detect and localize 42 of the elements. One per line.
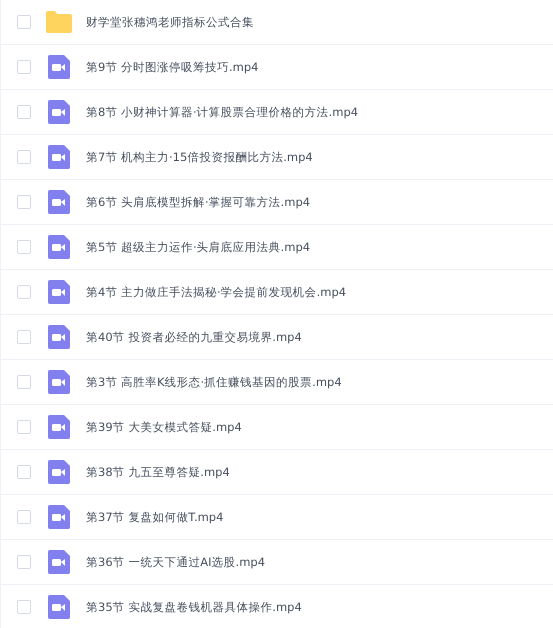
file-name[interactable]: 第38节 九五至尊答疑.mp4 — [86, 464, 230, 480]
video-file-icon — [48, 505, 70, 529]
video-file-icon — [48, 280, 70, 304]
file-name[interactable]: 第7节 机构主力·15倍投资报酬比方法.mp4 — [86, 150, 313, 164]
file-name[interactable]: 第5节 超级主力运作·头肩底应用法典.mp4 — [86, 240, 310, 254]
video-file-icon — [48, 460, 70, 484]
video-file-icon — [48, 55, 70, 79]
file-name[interactable]: 第35节 实战复盘卷钱机器具体操作.mp4 — [86, 600, 302, 614]
file-name[interactable]: 第37节 复盘如何做T.mp4 — [86, 510, 224, 524]
checkbox[interactable] — [17, 465, 31, 479]
checkbox[interactable] — [17, 600, 31, 614]
video-file-icon — [48, 325, 70, 349]
checkbox[interactable] — [17, 150, 31, 164]
file-name[interactable]: 第4节 主力做庄手法揭秘·学会提前发现机会.mp4 — [86, 284, 346, 300]
file-name[interactable]: 第9节 分时图涨停吸筹技巧.mp4 — [86, 60, 258, 74]
checkbox[interactable] — [17, 330, 31, 344]
video-file-icon — [48, 145, 70, 169]
video-file-icon — [48, 100, 70, 124]
file-name[interactable]: 财学堂张穗鸿老师指标公式合集 — [86, 14, 254, 30]
checkbox[interactable] — [17, 510, 31, 524]
video-file-icon — [48, 370, 70, 394]
checkbox[interactable] — [17, 375, 31, 389]
file-name[interactable]: 第40节 投资者必经的九重交易境界.mp4 — [86, 330, 302, 344]
checkbox[interactable] — [17, 105, 31, 119]
video-file-icon — [48, 235, 70, 259]
checkbox[interactable] — [17, 15, 31, 29]
video-file-icon — [48, 550, 70, 574]
file-name[interactable]: 第36节 一统天下通过AI选股.mp4 — [86, 554, 266, 570]
file-name[interactable]: 第6节 头肩底模型拆解·掌握可靠方法.mp4 — [86, 194, 310, 210]
checkbox[interactable] — [17, 240, 31, 254]
checkbox[interactable] — [17, 60, 31, 74]
video-file-icon — [48, 415, 70, 439]
folder-icon — [46, 11, 72, 33]
video-file-icon — [48, 190, 70, 214]
checkbox[interactable] — [17, 420, 31, 434]
file-name[interactable]: 第3节 高胜率K线形态·抓住赚钱基因的股票.mp4 — [86, 374, 342, 390]
video-file-icon — [48, 595, 70, 619]
file-name[interactable]: 第8节 小财神计算器·计算股票合理价格的方法.mp4 — [86, 104, 358, 120]
checkbox[interactable] — [17, 285, 31, 299]
checkbox[interactable] — [17, 195, 31, 209]
checkbox[interactable] — [17, 555, 31, 569]
file-name[interactable]: 第39节 大美女模式答疑.mp4 — [86, 420, 242, 434]
